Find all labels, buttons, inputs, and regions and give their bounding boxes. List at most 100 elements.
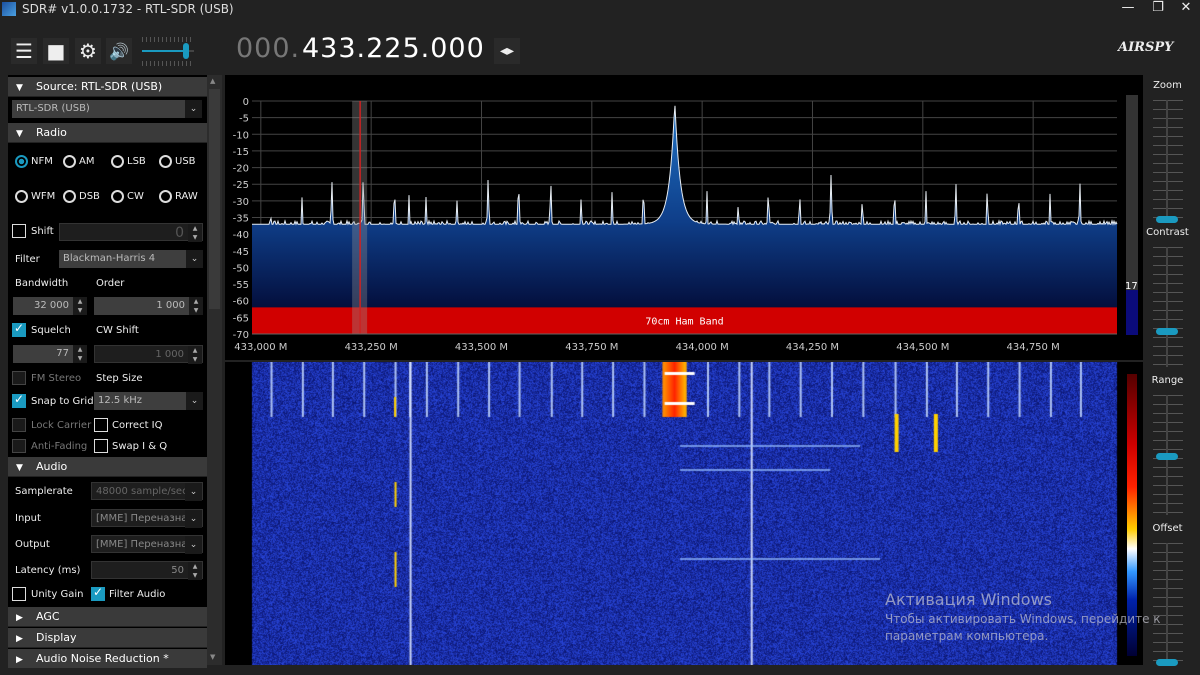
correct-iq-checkbox[interactable] [94, 418, 108, 432]
squelch-input[interactable]: 77 ▲ ▼ [13, 345, 87, 363]
source-device-value: RTL-SDR (USB) [16, 103, 90, 114]
input-select[interactable]: [MME] Переназнач ⌄ [91, 509, 203, 528]
spectrum-analyzer[interactable]: 0 -5 -10 -15 -20 -25 -30 -35 -40 -45 -50 -55 -60 -65 -… [225, 75, 1143, 360]
volume-slider[interactable] [142, 35, 194, 67]
collapse-icon: ▼ [16, 83, 23, 93]
squelch-label: Squelch [31, 325, 71, 336]
unity-gain-label: Unity Gain [31, 589, 84, 600]
step-size-label: Step Size [96, 373, 143, 384]
input-value: [MME] Переназнач [96, 513, 194, 524]
samplerate-label: Samplerate [15, 486, 73, 497]
y-tick-label: -40 [233, 230, 249, 241]
mode-radio-usb[interactable] [159, 155, 172, 168]
fm-stereo-checkbox[interactable] [12, 371, 26, 385]
cw-shift-input[interactable]: 1 000 ▲ ▼ [94, 345, 203, 364]
source-section-header[interactable]: ▼ Source: RTL-SDR (USB) [8, 77, 207, 97]
y-tick-label: -45 [233, 247, 249, 258]
x-tick-label: 433,000 M [234, 342, 287, 353]
slider-thumb[interactable] [1156, 216, 1178, 223]
filter-audio-checkbox[interactable] [91, 585, 105, 601]
minimize-button[interactable]: — [1116, 0, 1140, 15]
chevron-down-icon: ⌄ [185, 100, 202, 118]
display-section-header[interactable]: ▶ Display [8, 628, 207, 648]
volume-icon[interactable]: 🔊 [106, 38, 132, 64]
chevron-down-icon: ⌄ [185, 536, 202, 554]
mode-radio-wfm[interactable] [15, 190, 28, 203]
tune-arrows-button[interactable]: ◂▸ [494, 38, 520, 64]
mode-radio-nfm[interactable] [15, 155, 28, 168]
mode-radio-am[interactable] [63, 155, 76, 168]
source-header-label: Source: RTL-SDR (USB) [36, 80, 163, 93]
mode-radio-raw[interactable] [159, 190, 172, 203]
display-label: Display [36, 631, 77, 644]
unity-gain-checkbox[interactable] [12, 587, 26, 601]
filter-label: Filter [15, 254, 40, 265]
zoom-slider[interactable] [1145, 100, 1190, 225]
lock-carrier-checkbox[interactable] [12, 418, 26, 432]
squelch-checkbox[interactable] [12, 321, 26, 337]
y-tick-label: -30 [233, 197, 249, 208]
radio-section-header[interactable]: ▼ Radio [8, 123, 207, 143]
title-bar: SDR# v1.0.0.1732 - RTL-SDR (USB) — ❐ ✕ [0, 0, 1200, 18]
watermark-line2: параметрам компьютера. [885, 629, 1049, 643]
source-device-select[interactable]: RTL-SDR (USB) ⌄ [12, 100, 202, 118]
order-input[interactable]: 1 000 ▲ ▼ [94, 297, 203, 315]
step-size-select[interactable]: 12.5 kHz ⌄ [94, 392, 203, 410]
close-button[interactable]: ✕ [1174, 0, 1198, 15]
mode-radio-dsb[interactable] [63, 190, 76, 203]
snap-to-grid-label: Snap to Grid [31, 396, 94, 407]
contrast-slider[interactable] [1145, 247, 1190, 372]
output-select[interactable]: [MME] Переназнач ⌄ [91, 535, 203, 554]
filter-select[interactable]: Blackman-Harris 4 ⌄ [59, 250, 203, 268]
slider-thumb[interactable] [1156, 328, 1178, 336]
filter-audio-label: Filter Audio [109, 589, 166, 600]
spinner-icon: ▲ ▼ [188, 224, 202, 242]
slider-thumb[interactable] [1156, 659, 1178, 666]
frequency-prefix[interactable]: 000. [236, 33, 300, 64]
samplerate-select[interactable]: 48000 sample/sec ⌄ [91, 482, 203, 501]
scroll-up-icon[interactable]: ▲ [210, 77, 215, 85]
x-tick-label: 434,500 M [896, 342, 949, 353]
audio-noise-reduction-section-header[interactable]: ▶ Audio Noise Reduction * [8, 649, 207, 669]
app-icon [2, 2, 16, 16]
chevron-down-icon: ⌄ [186, 392, 203, 410]
swap-iq-checkbox[interactable] [94, 439, 108, 453]
level-meter [1126, 95, 1138, 335]
y-tick-label: -5 [239, 114, 249, 125]
mode-label-lsb: LSB [127, 156, 146, 167]
anti-fading-checkbox[interactable] [12, 439, 26, 453]
order-label: Order [96, 278, 125, 289]
mode-label-dsb: DSB [79, 191, 100, 202]
slider-ticks [1153, 247, 1183, 367]
collapse-icon: ▼ [16, 129, 23, 139]
step-size-value: 12.5 kHz [98, 395, 143, 406]
shift-checkbox[interactable] [12, 224, 26, 238]
agc-section-header[interactable]: ▶ AGC [8, 607, 207, 627]
agc-label: AGC [36, 610, 60, 623]
latency-input[interactable]: 50 ▲ ▼ [91, 561, 203, 580]
stop-icon[interactable]: ■ [43, 38, 69, 64]
panel-scrollbar[interactable]: ▲ ▼ [207, 75, 222, 665]
input-label: Input [15, 513, 41, 524]
y-tick-label: -10 [233, 130, 249, 141]
audio-section-header[interactable]: ▼ Audio [8, 457, 207, 477]
mode-radio-cw[interactable] [111, 190, 124, 203]
gear-icon[interactable]: ⚙ [75, 38, 101, 64]
slider-thumb[interactable] [1156, 453, 1178, 460]
x-tick-label: 434,250 M [786, 342, 839, 353]
y-tick-label: -50 [233, 263, 249, 274]
menu-icon[interactable]: ☰ [11, 38, 37, 64]
bandwidth-input[interactable]: 32 000 ▲ ▼ [13, 297, 87, 315]
frequency-display[interactable]: 433.225.000 [302, 33, 485, 64]
mode-radio-lsb[interactable] [111, 155, 124, 168]
chevron-down-icon: ⌄ [185, 483, 202, 501]
scroll-down-icon[interactable]: ▼ [210, 653, 215, 661]
scrollbar-thumb[interactable] [209, 89, 220, 309]
restore-button[interactable]: ❐ [1146, 0, 1170, 15]
y-tick-label: -65 [233, 313, 249, 324]
zoom-label: Zoom [1153, 80, 1182, 91]
snap-to-grid-checkbox[interactable] [12, 392, 26, 408]
shift-input[interactable]: 0 ▲ ▼ [59, 223, 203, 242]
x-tick-label: 433,750 M [565, 342, 618, 353]
range-slider[interactable] [1145, 395, 1190, 520]
